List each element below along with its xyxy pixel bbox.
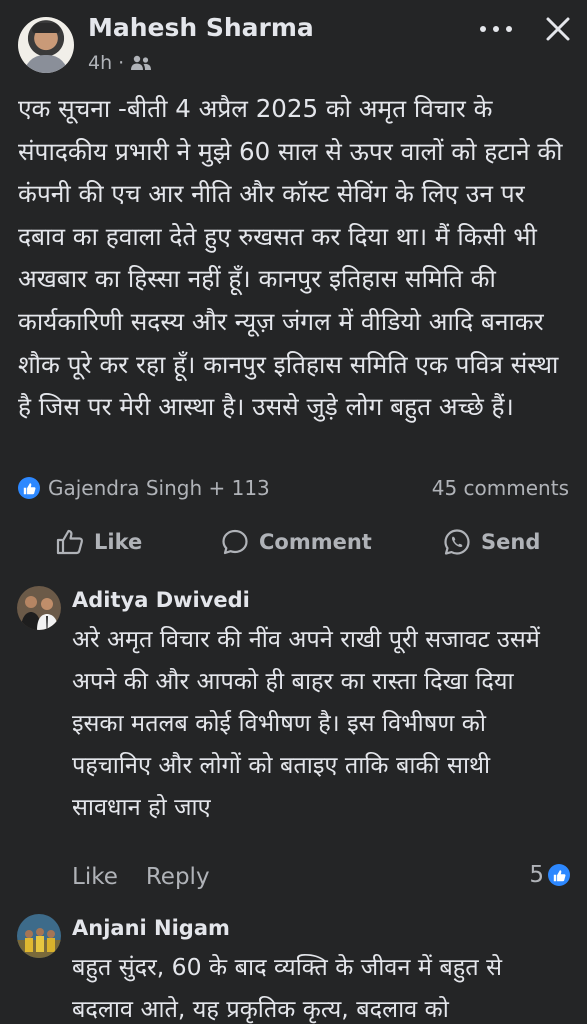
- comment-item: Anjani Nigam बहुत सुंदर, 60 के बाद व्यक्…: [0, 910, 587, 1024]
- comment-text: अरे अमृत विचार की नींव अपने राखी पूरी सज…: [72, 625, 540, 821]
- comments-count[interactable]: 45 comments: [432, 476, 569, 500]
- comment-like-count[interactable]: 5: [529, 862, 570, 888]
- post-time: 4h ·: [88, 52, 125, 74]
- like-reaction-icon: [548, 864, 570, 886]
- send-label: Send: [481, 530, 541, 554]
- close-icon[interactable]: [543, 14, 573, 44]
- author-avatar[interactable]: [18, 17, 74, 73]
- author-name[interactable]: Mahesh Sharma: [88, 13, 314, 42]
- comment-actions: Like Reply: [72, 864, 210, 890]
- comment-item: Aditya Dwivedi अरे अमृत विचार की नींव अप…: [0, 580, 587, 900]
- like-reaction-icon: [18, 477, 40, 499]
- thumbs-up-icon: [56, 529, 84, 555]
- commenter-name[interactable]: Aditya Dwivedi: [72, 588, 250, 612]
- post-text: एक सूचना -बीती 4 अप्रैल 2025 को अमृत विच…: [18, 94, 563, 422]
- comment-bubble-icon: [222, 529, 248, 555]
- comment-like-button[interactable]: Like: [72, 864, 118, 890]
- comment-button[interactable]: Comment: [221, 520, 372, 564]
- reactions-row: Gajendra Singh + 113 45 comments: [18, 470, 569, 506]
- reactions-text: Gajendra Singh + 113: [48, 476, 270, 500]
- like-button[interactable]: Like: [56, 520, 142, 564]
- comment-reply-button[interactable]: Reply: [146, 864, 210, 890]
- post-header: Mahesh Sharma 4h ·: [0, 0, 587, 84]
- action-bar: Like Comment Send: [0, 520, 587, 564]
- friends-icon: [131, 55, 152, 70]
- comment-text: बहुत सुंदर, 60 के बाद व्यक्ति के जीवन मे…: [72, 953, 503, 1023]
- commenter-avatar[interactable]: [17, 586, 61, 630]
- post-meta: 4h ·: [88, 52, 152, 74]
- send-button[interactable]: Send: [443, 520, 540, 564]
- commenter-avatar[interactable]: [17, 914, 61, 958]
- more-options-icon[interactable]: [480, 17, 512, 41]
- comment-label: Comment: [259, 530, 372, 554]
- reactions-summary[interactable]: Gajendra Singh + 113: [18, 476, 270, 500]
- whatsapp-icon: [444, 529, 470, 555]
- commenter-name[interactable]: Anjani Nigam: [72, 916, 230, 940]
- comment-like-count-value: 5: [529, 862, 544, 888]
- like-label: Like: [94, 530, 143, 554]
